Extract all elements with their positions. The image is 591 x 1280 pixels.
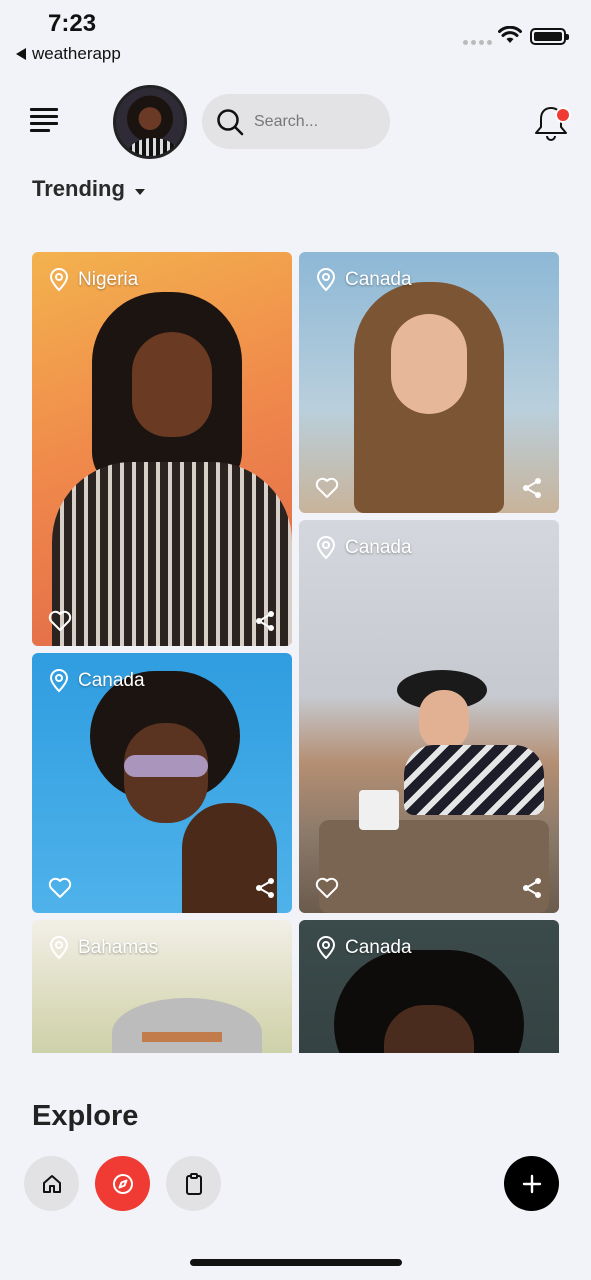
photo-card[interactable]: Canada — [299, 920, 559, 1053]
photo-card[interactable]: Canada — [299, 252, 559, 513]
card-location: Nigeria — [48, 268, 138, 292]
card-location: Canada — [315, 268, 412, 292]
location-label: Canada — [345, 269, 412, 290]
nav-home-button[interactable] — [24, 1156, 79, 1211]
heart-icon[interactable] — [315, 877, 339, 899]
location-label: Canada — [345, 937, 412, 958]
card-location: Canada — [48, 669, 145, 693]
location-pin-icon — [316, 936, 336, 960]
heart-icon[interactable] — [315, 477, 339, 499]
card-location: Bahamas — [48, 936, 158, 960]
trending-dropdown[interactable]: Trending — [32, 176, 145, 202]
clipboard-icon — [185, 1172, 202, 1195]
photo — [112, 998, 262, 1053]
notification-badge — [555, 107, 571, 123]
add-button[interactable] — [504, 1156, 559, 1211]
photo-card[interactable]: Canada — [32, 653, 292, 913]
section-title: Trending — [32, 176, 125, 201]
explore-title: Explore — [32, 1100, 139, 1132]
home-indicator[interactable] — [190, 1259, 402, 1266]
location-pin-icon — [316, 536, 336, 560]
location-pin-icon — [49, 936, 69, 960]
cellular-signal-icon — [463, 40, 492, 45]
search-bar[interactable] — [202, 94, 390, 149]
card-location: Canada — [315, 936, 412, 960]
card-location: Canada — [315, 536, 412, 560]
search-input[interactable] — [254, 112, 374, 131]
nav-clipboard-button[interactable] — [166, 1156, 221, 1211]
share-icon[interactable] — [521, 877, 543, 899]
share-icon[interactable] — [254, 610, 276, 632]
back-app-label: weatherapp — [32, 44, 121, 63]
photo-card[interactable]: Bahamas — [32, 920, 292, 1053]
share-icon[interactable] — [521, 477, 543, 499]
status-time: 7:23 — [48, 10, 97, 37]
avatar[interactable] — [113, 85, 187, 159]
heart-icon[interactable] — [48, 877, 72, 899]
back-arrow-icon — [16, 48, 26, 60]
location-pin-icon — [316, 268, 336, 292]
location-label: Canada — [345, 537, 412, 558]
location-label: Canada — [78, 670, 145, 691]
wifi-icon — [498, 26, 522, 43]
photo-grid[interactable]: Nigeria Canada Canada Canada Bahamas Can… — [0, 240, 591, 1053]
battery-icon — [530, 28, 569, 45]
compass-icon — [112, 1173, 133, 1194]
menu-icon[interactable] — [30, 108, 58, 134]
location-label: Nigeria — [78, 269, 139, 290]
caret-down-icon — [134, 188, 145, 195]
location-pin-icon — [49, 669, 69, 693]
plus-icon — [522, 1174, 541, 1193]
heart-icon[interactable] — [48, 610, 72, 632]
search-icon — [217, 108, 244, 135]
location-pin-icon — [49, 268, 69, 292]
photo-card[interactable]: Nigeria — [32, 252, 292, 646]
back-to-app-link[interactable]: weatherapp — [16, 44, 121, 64]
share-icon[interactable] — [254, 877, 276, 899]
photo-card[interactable]: Canada — [299, 520, 559, 913]
nav-explore-button[interactable] — [95, 1156, 150, 1211]
home-icon — [42, 1174, 61, 1193]
location-label: Bahamas — [78, 937, 159, 958]
